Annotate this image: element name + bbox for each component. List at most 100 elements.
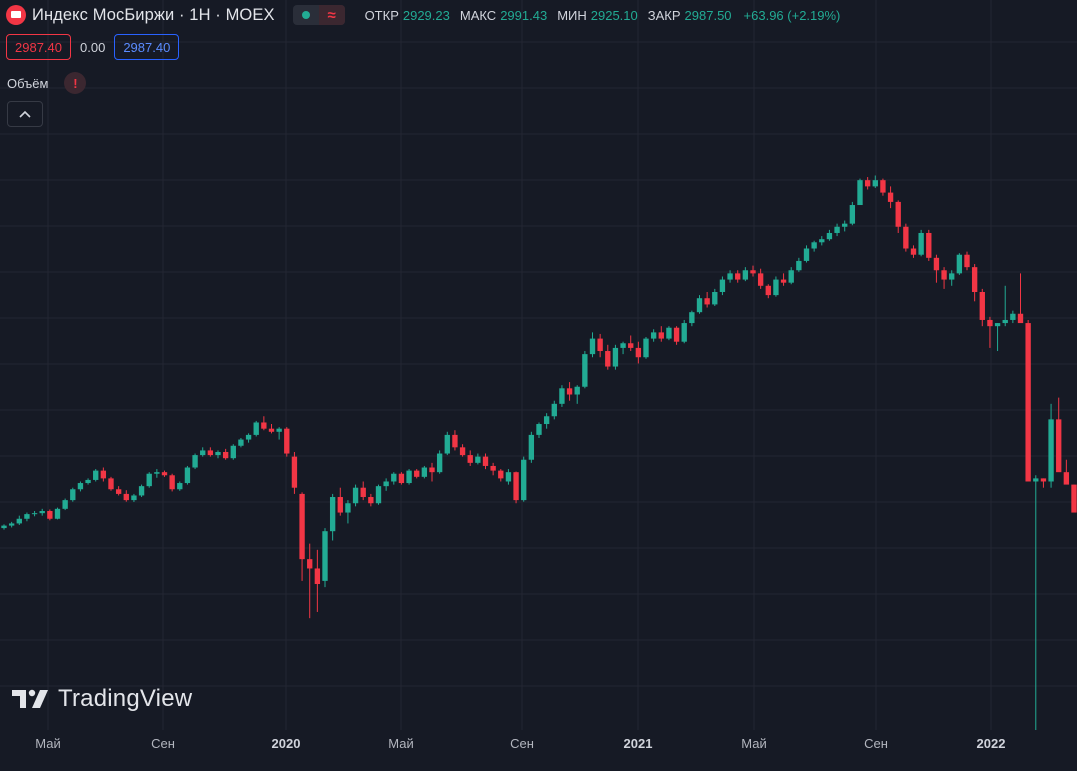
candle-body: [345, 503, 351, 513]
candle-up: [16, 515, 22, 525]
candle-body: [620, 343, 626, 348]
candle-down: [910, 245, 917, 258]
candle-body: [1017, 313, 1024, 324]
candle-up: [650, 329, 657, 342]
candle-body: [612, 347, 619, 367]
delayed-data-icon[interactable]: ≈: [318, 5, 345, 25]
candle-body: [994, 323, 1001, 327]
candle-body: [467, 455, 473, 463]
candle-up: [582, 351, 588, 389]
candle-down: [864, 177, 871, 190]
candle-body: [261, 422, 267, 429]
candle-body: [597, 338, 603, 352]
candle-body: [169, 475, 175, 490]
price-chart[interactable]: [0, 0, 1077, 730]
candle-up: [31, 511, 38, 517]
candle-body: [559, 388, 565, 404]
sell-price-button[interactable]: 2987.40: [6, 34, 71, 60]
candle-up: [200, 447, 206, 457]
candle-body: [895, 201, 901, 227]
ohlc-values: ОТКР 2929.23 МАКС 2991.43 МИН 2925.10 ЗАКР 2…: [365, 8, 738, 23]
candle-body: [521, 459, 527, 501]
candle-down: [941, 267, 947, 289]
candle-up: [62, 498, 68, 511]
spread-value: 0.00: [80, 39, 106, 55]
candle-body: [452, 434, 458, 448]
candle-up: [322, 528, 328, 588]
candle-body: [903, 226, 909, 249]
candle-body: [200, 450, 206, 456]
candle-body: [268, 428, 275, 432]
market-status[interactable]: ≈: [292, 5, 345, 25]
candle-body: [788, 270, 794, 283]
candle-body: [131, 495, 137, 501]
candle-body: [154, 472, 160, 474]
candle-body: [375, 486, 382, 504]
candle-down: [291, 451, 298, 494]
candle-up: [39, 508, 45, 516]
candle-body: [673, 327, 680, 342]
candle-up: [811, 240, 817, 252]
candle-up: [329, 493, 336, 541]
candle-down: [459, 444, 466, 457]
candle-body: [444, 434, 450, 454]
candle-up: [819, 236, 825, 246]
candle-body: [536, 424, 542, 435]
candle-down: [429, 462, 435, 482]
candle-up: [383, 478, 389, 491]
ohlc-open-value: 2929.23: [402, 7, 450, 23]
candle-down: [597, 333, 603, 358]
candle-body: [1063, 472, 1070, 485]
moex-logo-icon[interactable]: [6, 5, 26, 25]
candle-body: [100, 470, 107, 479]
candle-up: [184, 465, 191, 485]
candle-down: [498, 469, 504, 482]
candle-body: [245, 434, 252, 440]
candle-down: [658, 326, 664, 342]
candle-up: [788, 267, 794, 285]
candle-down: [222, 448, 229, 460]
symbol-title[interactable]: Индекс МосБиржи · 1Н · MOEX: [32, 6, 275, 25]
candle-body: [47, 511, 53, 519]
candle-down: [360, 481, 366, 501]
candle-down: [398, 472, 405, 485]
candle-body: [391, 473, 397, 482]
chart-legend: Индекс МосБиржи · 1Н · MOEX ≈ ОТКР 2929.2…: [6, 4, 840, 26]
candle-up: [643, 337, 649, 359]
candle-up: [276, 427, 282, 440]
candle-up: [352, 484, 359, 507]
candle-body: [811, 242, 817, 249]
x-tick-label: 2020: [271, 736, 301, 751]
volume-indicator[interactable]: Объём !: [7, 72, 87, 94]
time-axis[interactable]: Май Сен 2020 Май Сен 2021 Май Сен 2022: [0, 730, 1077, 771]
candle-up: [620, 341, 626, 355]
candle-body: [926, 232, 932, 258]
candle-up: [421, 465, 428, 479]
candle-body: [780, 279, 787, 283]
candle-down: [307, 543, 313, 619]
candle-body: [757, 273, 764, 286]
candle-body: [887, 192, 894, 202]
collapse-legend-button[interactable]: [7, 101, 43, 127]
candle-body: [666, 327, 672, 339]
candle-down: [780, 273, 787, 286]
candle-down: [964, 251, 970, 271]
candle-body: [1002, 319, 1008, 324]
candle-down: [987, 316, 993, 348]
buy-price-button[interactable]: 2987.40: [114, 34, 180, 60]
ohlc-open-label: ОТКР: [364, 7, 399, 23]
candle-up: [681, 319, 687, 344]
candle-body: [574, 386, 580, 395]
candle-body: [1040, 478, 1047, 482]
tradingview-watermark[interactable]: TradingView: [12, 685, 192, 713]
candle-body: [689, 312, 695, 324]
candle-up: [696, 295, 703, 314]
candle-down: [368, 493, 374, 507]
candle-body: [834, 226, 840, 233]
candle-up: [215, 450, 221, 459]
candle-body: [329, 497, 336, 532]
candle-body: [643, 338, 649, 358]
candle-up: [803, 245, 810, 263]
candle-body: [276, 428, 282, 432]
warning-icon[interactable]: !: [64, 72, 87, 94]
